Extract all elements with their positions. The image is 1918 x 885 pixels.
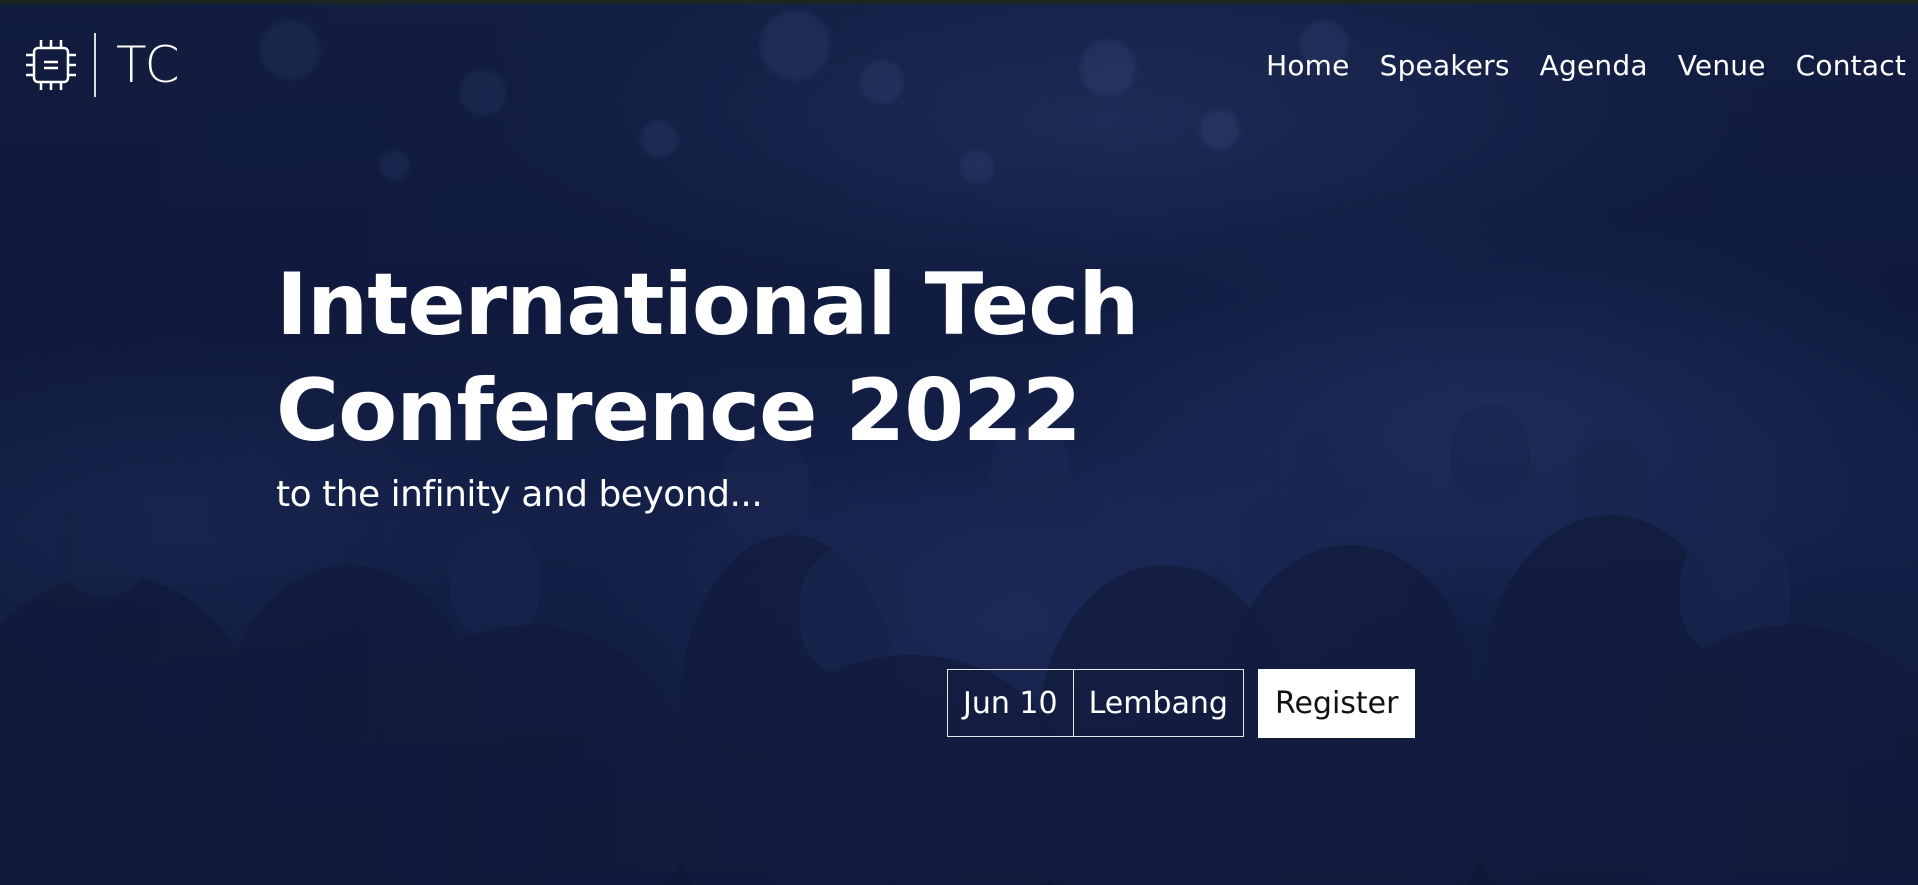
hero-title-line-1: International Tech (276, 255, 1139, 355)
nav-item-venue[interactable]: Venue (1678, 49, 1766, 82)
top-border (0, 0, 1918, 4)
event-details: Jun 10 Lembang (947, 669, 1244, 737)
register-button[interactable]: Register (1257, 669, 1416, 738)
event-date: Jun 10 (963, 685, 1058, 721)
hero-title: International Tech Conference 2022 (276, 252, 1176, 464)
nav-item-contact[interactable]: Contact (1796, 49, 1906, 82)
hero-subtitle: to the infinity and beyond... (276, 474, 763, 515)
nav-item-speakers[interactable]: Speakers (1380, 49, 1510, 82)
brand-text: TC (116, 36, 181, 94)
event-location: Lembang (1072, 670, 1243, 736)
nav-item-agenda[interactable]: Agenda (1540, 49, 1648, 82)
nav-item-home[interactable]: Home (1266, 49, 1350, 82)
hero-title-line-2: Conference 2022 (276, 361, 1082, 461)
site-header: TC Home Speakers Agenda Venue Contact (24, 30, 1908, 100)
page: TC Home Speakers Agenda Venue Contact In… (0, 0, 1918, 885)
brand-logo-link[interactable]: TC (24, 33, 181, 97)
main-nav: Home Speakers Agenda Venue Contact (1266, 49, 1908, 82)
chip-icon (26, 40, 76, 90)
event-info-row: Jun 10 Lembang Register (947, 669, 1416, 738)
brand-divider (94, 33, 96, 97)
